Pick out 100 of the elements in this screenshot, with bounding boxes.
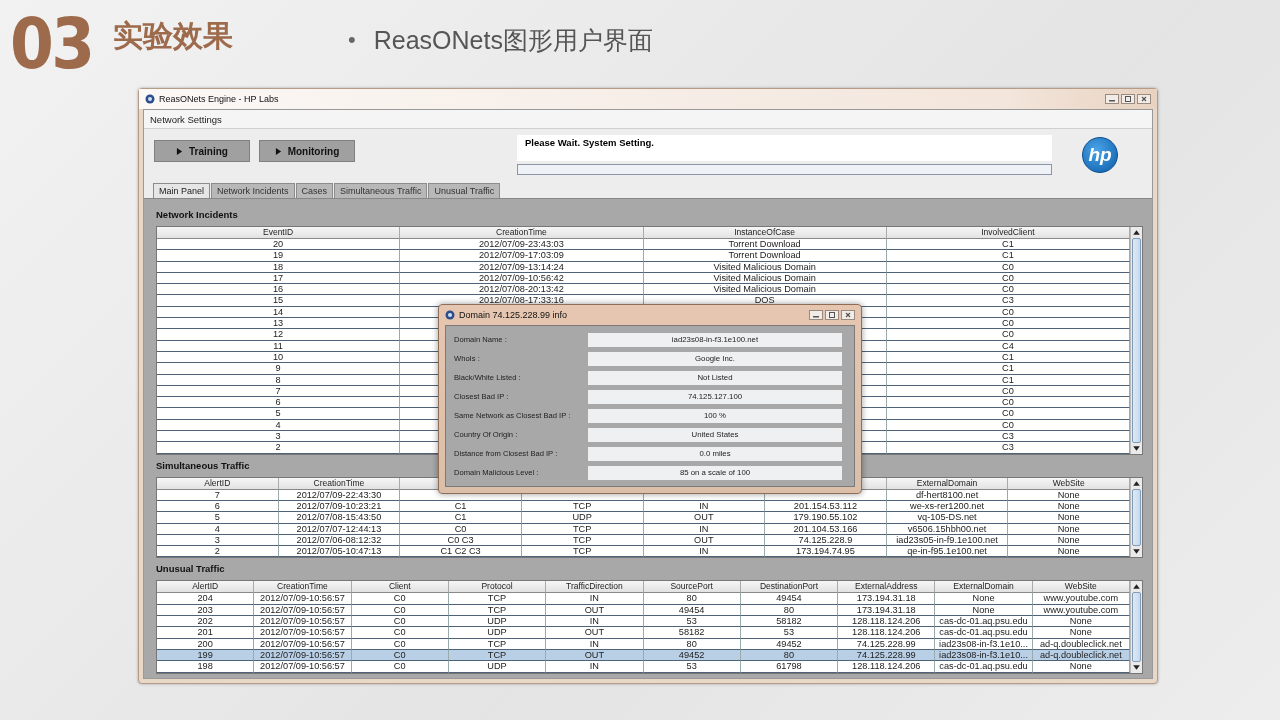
minimize-icon[interactable] [809,310,823,320]
tab[interactable]: Main Panel [153,183,211,198]
section-title: Unusual Traffic [156,562,225,577]
table-cell: 58182 [643,627,741,639]
table-cell: Visited Malicious Domain [643,284,887,296]
close-icon[interactable] [841,310,855,320]
column-header[interactable]: SourcePort [643,581,741,594]
table-cell: 128.118.124.206 [838,627,936,639]
column-header[interactable]: WebSite [1008,477,1130,490]
slide-title: 实验效果 [113,17,233,54]
table-cell: 2012/07/09-10:56:57 [254,627,352,639]
table-cell: 12 [157,329,401,341]
tab[interactable]: Simultaneous Traffic [334,183,428,198]
column-header[interactable]: EventID [157,227,401,239]
play-icon [176,147,184,155]
column-header[interactable]: CreationTime [254,581,352,594]
table-cell: UDP [448,661,547,673]
table-cell: 80 [643,638,741,650]
table-cell: C0 [886,284,1130,296]
table-cell: 53 [643,661,741,673]
table-cell: None [1008,512,1130,524]
column-header[interactable]: CreationTime [400,227,644,239]
column-header[interactable]: AlertID [157,477,279,490]
tab[interactable]: Network Incidents [211,183,295,198]
table-cell: C1 C2 C3 [400,546,522,558]
table-cell: IN [546,616,644,628]
close-icon[interactable] [1137,94,1151,104]
column-header[interactable]: Protocol [448,581,547,594]
scrollbar[interactable] [1130,227,1142,454]
table-cell: C0 [886,397,1130,409]
scrollbar[interactable] [1130,581,1142,673]
table-cell: vq-105-DS.net [886,512,1009,524]
dialog-title: Domain 74.125.228.99 info [459,310,568,320]
table-cell: Torrent Download [643,239,887,251]
scrollbar[interactable] [1130,477,1142,558]
table-cell: 53 [740,627,839,639]
play-icon [274,147,282,155]
column-header[interactable]: AlertID [157,581,255,594]
table-cell: 201 [157,627,255,639]
maximize-icon[interactable] [825,310,839,320]
table-cell: TCP [521,546,644,558]
table-cell: 53 [643,616,741,628]
column-header[interactable]: ExternalDomain [886,477,1009,490]
table-cell: 128.118.124.206 [838,661,936,673]
status-message: Please Wait. System Setting. [517,135,1052,161]
table-cell: 2012/07/09-13:14:24 [400,261,644,273]
table-cell: 11 [157,340,401,352]
table-cell: IN [546,593,644,605]
table-cell: 6 [157,397,401,409]
table-cell: 5 [157,408,401,420]
table-cell: IN [546,638,644,650]
tab[interactable]: Unusual Traffic [428,183,501,198]
table-cell: C0 [886,318,1130,330]
table-cell: IN [546,661,644,673]
table-cell: 173.194.31.18 [838,593,936,605]
menu-item[interactable]: Network Settings [150,113,222,125]
toolbar-button[interactable]: Monitoring [259,140,355,162]
column-header[interactable]: InstanceOfCase [643,227,887,239]
column-header[interactable]: ExternalAddress [838,581,936,594]
minimize-icon[interactable] [1105,94,1119,104]
table-cell: 2012/07/07-12:44:13 [278,523,401,535]
table-cell: 2012/07/09-10:56:57 [254,661,352,673]
table-cell: C1 [886,250,1130,262]
tab[interactable]: Cases [295,183,334,198]
table-cell: 179.190.55.102 [765,512,887,524]
table-cell: C0 [351,638,449,650]
table-cell: None [1008,523,1130,535]
table-cell: None [1032,661,1130,673]
table-cell: 2012/07/08-15:43:50 [278,512,401,524]
table-cell: OUT [546,627,644,639]
table-cell: cas-dc-01.aq.psu.edu [935,661,1033,673]
table-cell: df-hert8100.net [886,489,1009,501]
maximize-icon[interactable] [1121,94,1135,104]
column-header[interactable]: InvolvedClient [886,227,1130,239]
toolbar-button[interactable]: Training [154,140,250,162]
table-cell: C0 [886,408,1130,420]
column-header[interactable]: DestinationPort [740,581,839,594]
column-header[interactable]: Client [351,581,449,594]
section-title: Simultaneous Traffic [156,458,250,473]
table-cell: Torrent Download [643,250,887,262]
table-cell: UDP [448,627,547,639]
column-header[interactable]: TrafficDirection [546,581,644,594]
column-header[interactable]: WebSite [1032,581,1130,594]
table-cell: 16 [157,284,401,296]
table-cell: 2012/07/09-10:56:57 [254,638,352,650]
table-cell: C4 [886,340,1130,352]
column-header[interactable]: ExternalDomain [935,581,1033,594]
table-cell: None [935,593,1033,605]
slide-subtitle: ReasONets图形用户界面 [373,24,653,56]
table-cell: IN [643,546,766,558]
table-cell: C3 [886,442,1130,454]
table-cell: 8 [157,374,401,386]
table-cell: www.youtube.com [1032,593,1130,605]
column-header[interactable]: CreationTime [278,477,401,490]
app-icon [145,94,155,104]
table-cell: 5 [157,512,279,524]
table-cell: 204 [157,593,255,605]
table-cell: TCP [521,523,644,535]
table-cell: UDP [448,616,547,628]
table-cell: iad23s08-in-f3.1e10... [935,638,1033,650]
